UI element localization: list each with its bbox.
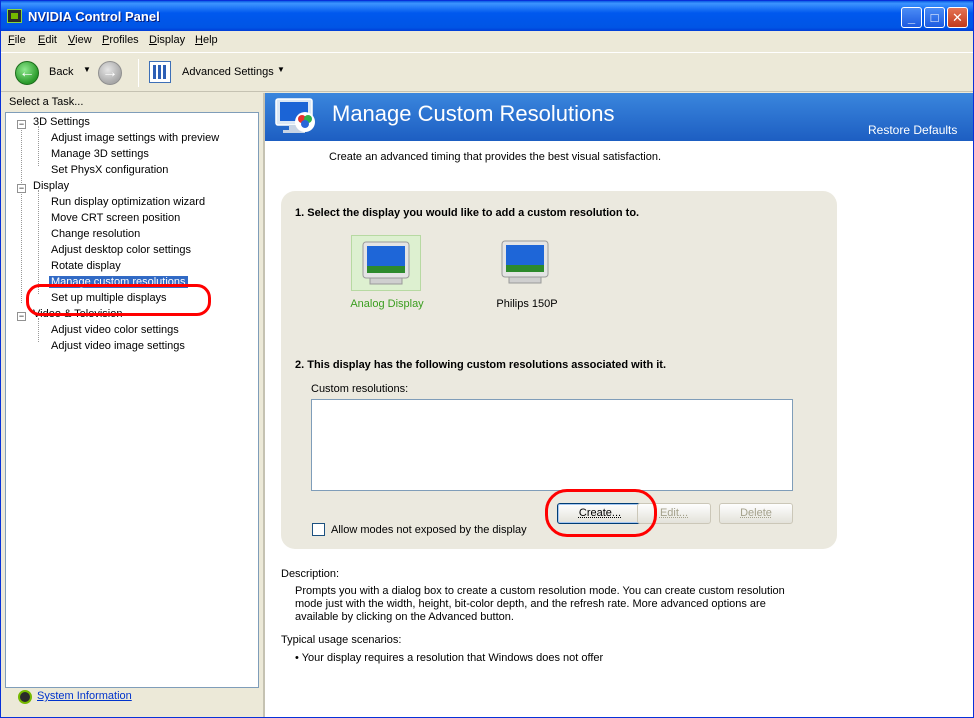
edit-button-label: Edit... xyxy=(659,507,689,519)
monitor-icon xyxy=(501,240,549,284)
allow-modes-label[interactable]: Allow modes not exposed by the display xyxy=(331,524,527,536)
tree-connector xyxy=(38,318,39,342)
tree-item-move-crt[interactable]: Move CRT screen position xyxy=(51,212,180,224)
tree-connector xyxy=(38,126,39,166)
delete-button-label: Delete xyxy=(740,507,772,519)
collapse-display-icon[interactable]: − xyxy=(17,184,26,193)
page-subtitle: Create an advanced timing that provides … xyxy=(329,151,662,163)
advanced-settings-icon[interactable] xyxy=(149,61,171,83)
task-tree[interactable]: − 3D Settings Adjust image settings with… xyxy=(5,112,259,688)
tree-item-set-physx[interactable]: Set PhysX configuration xyxy=(51,164,168,176)
back-dropdown-icon[interactable]: ▼ xyxy=(83,65,91,74)
advanced-settings-dropdown-icon[interactable]: ▼ xyxy=(277,65,285,74)
monitor-icon xyxy=(362,241,410,285)
collapse-3d-settings-icon[interactable]: − xyxy=(17,120,26,129)
description-body: Prompts you with a dialog box to create … xyxy=(295,585,785,623)
menu-view[interactable]: View xyxy=(68,34,92,46)
system-information-icon[interactable] xyxy=(18,690,32,704)
content-pane: Manage Custom Resolutions Restore Defaul… xyxy=(265,93,973,717)
display-philips-tile[interactable] xyxy=(497,235,553,291)
toolbar-separator xyxy=(138,59,139,87)
usage-item: • Your display requires a resolution tha… xyxy=(295,652,604,664)
back-arrow-icon[interactable]: ← xyxy=(15,61,39,85)
delete-button[interactable]: Delete xyxy=(719,503,793,524)
tree-item-adjust-video-image[interactable]: Adjust video image settings xyxy=(51,340,185,352)
usage-heading: Typical usage scenarios: xyxy=(281,634,402,646)
menu-bar: File Edit View Profiles Display Help xyxy=(1,31,973,51)
nvidia-app-icon xyxy=(7,9,22,23)
step1-heading: 1. Select the display you would like to … xyxy=(295,207,640,219)
page-title: Manage Custom Resolutions xyxy=(332,101,615,126)
tree-connector xyxy=(21,127,22,303)
monitor-color-icon xyxy=(275,98,315,133)
tree-item-run-display-wizard[interactable]: Run display optimization wizard xyxy=(51,196,205,208)
tree-item-adjust-video-color[interactable]: Adjust video color settings xyxy=(51,324,179,336)
step2-heading: 2. This display has the following custom… xyxy=(295,359,667,371)
restore-defaults-link[interactable]: Restore Defaults xyxy=(868,123,957,137)
forward-arrow-icon[interactable]: → xyxy=(98,61,122,85)
custom-resolutions-label: Custom resolutions: xyxy=(311,383,409,395)
red-annotation-circle xyxy=(545,489,657,537)
description-heading: Description: xyxy=(281,568,340,580)
maximize-button[interactable]: □ xyxy=(924,7,945,28)
display-philips-label[interactable]: Philips 150P xyxy=(477,298,577,310)
advanced-settings-button[interactable]: Advanced Settings xyxy=(182,66,274,78)
tree-item-adjust-desktop-color[interactable]: Adjust desktop color settings xyxy=(51,244,191,256)
red-annotation-circle xyxy=(26,284,211,316)
menu-edit[interactable]: Edit xyxy=(38,34,57,46)
custom-resolutions-list[interactable] xyxy=(311,399,793,491)
settings-panel: 1. Select the display you would like to … xyxy=(281,191,837,549)
tree-category-3d-settings[interactable]: 3D Settings xyxy=(33,116,90,128)
task-pane: Select a Task... − 3D Settings Adjust im… xyxy=(1,93,263,717)
menu-profiles[interactable]: Profiles xyxy=(102,34,139,46)
display-analog-tile[interactable] xyxy=(351,235,421,291)
tree-item-adjust-image-settings[interactable]: Adjust image settings with preview xyxy=(51,132,219,144)
task-pane-header: Select a Task... xyxy=(9,96,84,108)
tree-connector xyxy=(38,190,39,294)
minimize-button[interactable]: _ xyxy=(901,7,922,28)
tree-item-manage-3d-settings[interactable]: Manage 3D settings xyxy=(51,148,149,160)
title-bar[interactable]: NVIDIA Control Panel _ □ ✕ xyxy=(1,1,973,31)
tree-category-display[interactable]: Display xyxy=(33,180,69,192)
close-button[interactable]: ✕ xyxy=(947,7,968,28)
display-analog-label[interactable]: Analog Display xyxy=(339,298,435,310)
tree-item-rotate-display[interactable]: Rotate display xyxy=(51,260,121,272)
menu-display[interactable]: Display xyxy=(149,34,185,46)
menu-help[interactable]: Help xyxy=(195,34,218,46)
collapse-video-television-icon[interactable]: − xyxy=(17,312,26,321)
toolbar: ← Back ▼ → Advanced Settings ▼ xyxy=(1,52,973,92)
nvidia-control-panel-window: NVIDIA Control Panel _ □ ✕ File Edit Vie… xyxy=(0,0,974,718)
allow-modes-checkbox[interactable] xyxy=(312,523,325,536)
back-button-label[interactable]: Back xyxy=(49,66,73,78)
system-information-link[interactable]: System Information xyxy=(37,690,132,702)
tree-item-change-resolution[interactable]: Change resolution xyxy=(51,228,140,240)
page-banner: Manage Custom Resolutions Restore Defaul… xyxy=(265,93,973,141)
window-title: NVIDIA Control Panel xyxy=(28,9,160,24)
menu-file[interactable]: File xyxy=(8,34,26,46)
